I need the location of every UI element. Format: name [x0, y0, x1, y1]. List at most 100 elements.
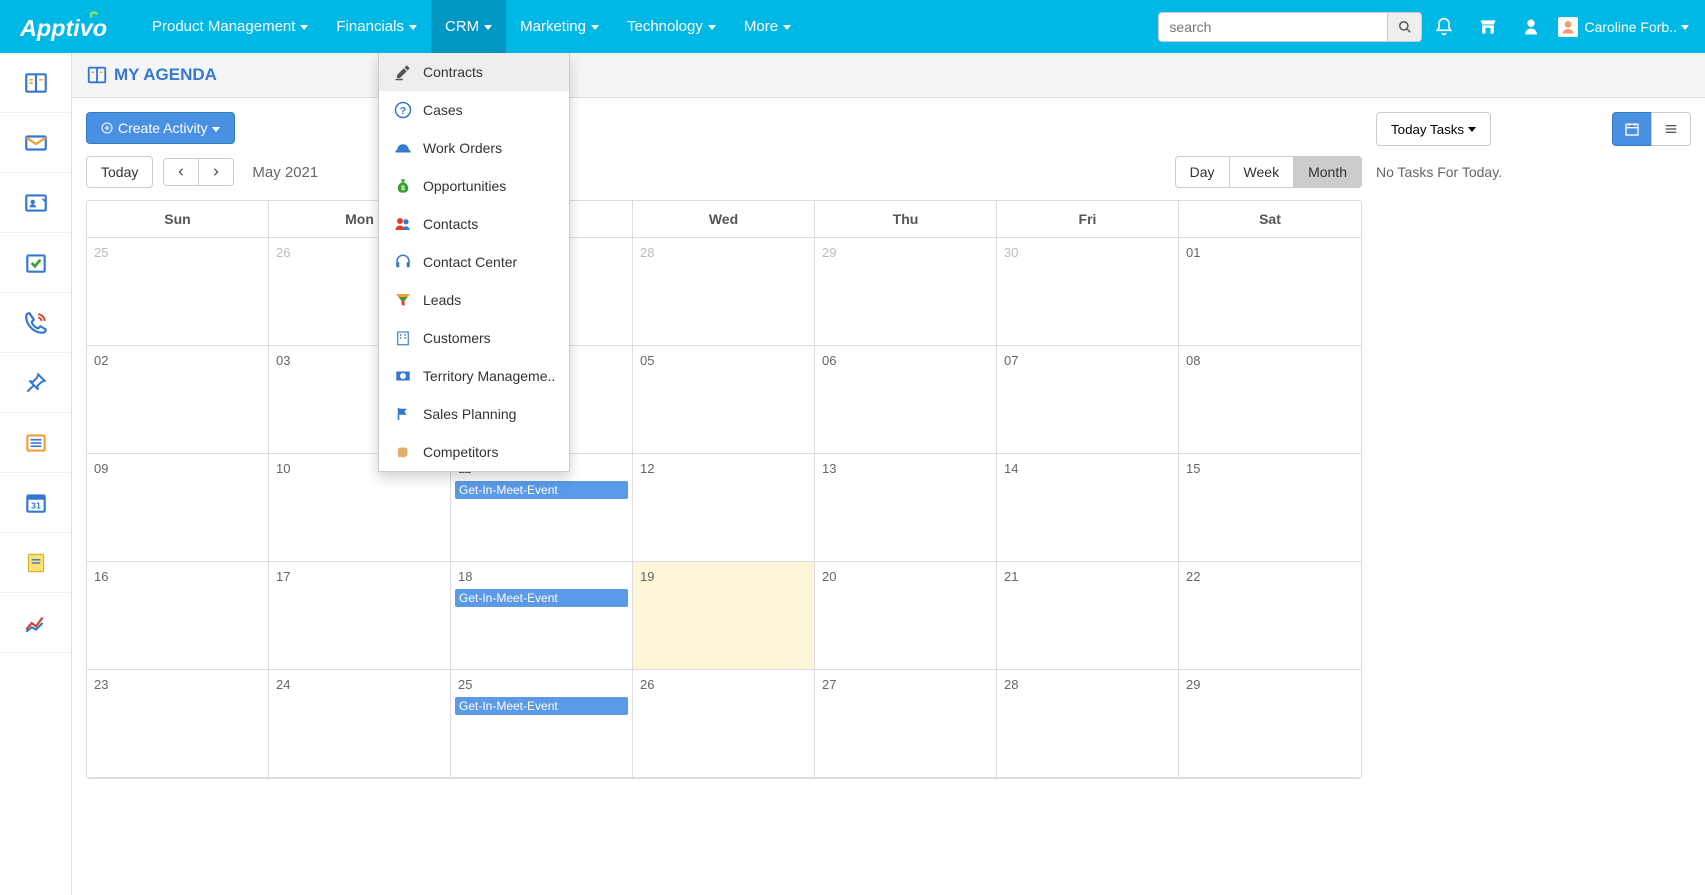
sidebar-notes[interactable] — [0, 533, 71, 593]
calendar-cell[interactable]: 25 — [87, 238, 269, 346]
calendar-cell[interactable]: 08 — [1179, 346, 1361, 454]
moneybag-icon: $ — [393, 176, 413, 196]
nav-item-marketing[interactable]: Marketing — [506, 0, 613, 53]
sidebar-pinned[interactable] — [0, 353, 71, 413]
sidebar-lists[interactable] — [0, 413, 71, 473]
view-day-button[interactable]: Day — [1175, 156, 1230, 188]
prev-button[interactable] — [163, 158, 199, 186]
calendar-cell[interactable]: 20 — [815, 562, 997, 670]
sidebar-tasks[interactable] — [0, 233, 71, 293]
calendar-cell[interactable]: 21 — [997, 562, 1179, 670]
cell-date: 25 — [91, 242, 264, 263]
calendar-cell[interactable]: 14 — [997, 454, 1179, 562]
building-icon — [393, 328, 413, 348]
phone-icon — [23, 310, 49, 336]
caret-down-icon — [708, 18, 716, 35]
calendar-icon — [1624, 121, 1640, 137]
calendar-cell[interactable]: 16 — [87, 562, 269, 670]
svg-text:?: ? — [400, 105, 406, 117]
search-input[interactable] — [1158, 12, 1388, 42]
crm-menu-work-orders[interactable]: Work Orders — [379, 129, 569, 167]
calendar-cell[interactable]: 29 — [815, 238, 997, 346]
agenda-icon — [23, 70, 49, 96]
calendar-cell[interactable]: 06 — [815, 346, 997, 454]
cell-date: 30 — [1001, 242, 1174, 263]
next-button[interactable] — [198, 158, 234, 186]
calendar-cell[interactable]: 15 — [1179, 454, 1361, 562]
calendar-cell[interactable]: 28 — [997, 670, 1179, 778]
calendar-cell[interactable]: 24 — [269, 670, 451, 778]
user-menu[interactable]: Caroline Forb.. — [1552, 17, 1695, 37]
sidebar-calls[interactable] — [0, 293, 71, 353]
crm-menu-opportunities[interactable]: $Opportunities — [379, 167, 569, 205]
calendar-cell[interactable]: 01 — [1179, 238, 1361, 346]
calendar-cell[interactable]: 23 — [87, 670, 269, 778]
mail-icon — [23, 130, 49, 156]
list-icon — [23, 430, 49, 456]
crm-menu-leads[interactable]: Leads — [379, 281, 569, 319]
calendar-cell[interactable]: 27 — [815, 670, 997, 778]
cell-date: 09 — [91, 458, 264, 479]
chevron-right-icon — [211, 166, 221, 178]
question-icon: ? — [393, 100, 413, 120]
cell-date: 05 — [637, 350, 810, 371]
calendar-cell[interactable]: 18Get-In-Meet-Event — [451, 562, 633, 670]
sidebar-mail[interactable] — [0, 113, 71, 173]
nav-item-more[interactable]: More — [730, 0, 805, 53]
crm-menu-contact-center[interactable]: Contact Center — [379, 243, 569, 281]
list-view-button[interactable] — [1651, 112, 1691, 146]
calendar-grid: SunMonTueWedThuFriSat 252627282930010203… — [86, 200, 1362, 779]
search-box — [1158, 12, 1422, 42]
calendar-event[interactable]: Get-In-Meet-Event — [455, 481, 628, 499]
calendar-cell[interactable]: 13 — [815, 454, 997, 562]
nav-item-crm[interactable]: CRM — [431, 0, 506, 53]
globe-icon — [393, 366, 413, 386]
crm-menu-contracts[interactable]: Contracts — [379, 53, 569, 91]
calendar-cell[interactable]: 02 — [87, 346, 269, 454]
cell-date: 26 — [637, 674, 810, 695]
sidebar-reports[interactable] — [0, 593, 71, 653]
calendar-cell[interactable]: 22 — [1179, 562, 1361, 670]
calendar-cell[interactable]: 12 — [633, 454, 815, 562]
caret-down-icon — [591, 18, 599, 35]
crm-menu-sales-planning[interactable]: Sales Planning — [379, 395, 569, 433]
calendar-cell[interactable]: 07 — [997, 346, 1179, 454]
help-button[interactable] — [1522, 18, 1540, 36]
sidebar-calendar[interactable]: 31 — [0, 473, 71, 533]
calendar-cell[interactable]: 28 — [633, 238, 815, 346]
crm-menu-territory-manageme-[interactable]: Territory Manageme.. — [379, 357, 569, 395]
store-button[interactable] — [1478, 17, 1498, 37]
today-tasks-button[interactable]: Today Tasks — [1376, 112, 1491, 146]
today-button[interactable]: Today — [86, 156, 153, 188]
calendar-cell[interactable]: 26 — [633, 670, 815, 778]
person-icon — [1522, 18, 1540, 36]
sidebar-contacts[interactable] — [0, 173, 71, 233]
crm-menu-competitors[interactable]: Competitors — [379, 433, 569, 471]
brand-logo[interactable]: Apptivo — [20, 9, 128, 45]
sidebar-agenda[interactable] — [0, 53, 71, 113]
crm-menu-customers[interactable]: Customers — [379, 319, 569, 357]
calendar-cell[interactable]: 05 — [633, 346, 815, 454]
calendar-cell[interactable]: 17 — [269, 562, 451, 670]
crm-menu-cases[interactable]: ?Cases — [379, 91, 569, 129]
nav-item-technology[interactable]: Technology — [613, 0, 730, 53]
calendar-cell[interactable]: 09 — [87, 454, 269, 562]
calendar-event[interactable]: Get-In-Meet-Event — [455, 697, 628, 715]
caret-down-icon — [1681, 19, 1689, 35]
nav-item-product-management[interactable]: Product Management — [138, 0, 322, 53]
crm-menu-contacts[interactable]: Contacts — [379, 205, 569, 243]
calendar-view-button[interactable] — [1612, 112, 1652, 146]
create-activity-button[interactable]: Create Activity — [86, 112, 235, 144]
nav-item-financials[interactable]: Financials — [322, 0, 431, 53]
view-month-button[interactable]: Month — [1293, 156, 1362, 188]
calendar-cell[interactable]: 29 — [1179, 670, 1361, 778]
left-sidebar: 31 — [0, 53, 72, 895]
calendar-cell[interactable]: 30 — [997, 238, 1179, 346]
calendar-cell[interactable]: 25Get-In-Meet-Event — [451, 670, 633, 778]
calendar-cell[interactable]: 19 — [633, 562, 815, 670]
notifications-button[interactable] — [1434, 17, 1454, 37]
calendar-event[interactable]: Get-In-Meet-Event — [455, 589, 628, 607]
search-button[interactable] — [1388, 12, 1422, 42]
svg-text:Apptivo: Apptivo — [20, 15, 107, 41]
view-week-button[interactable]: Week — [1229, 156, 1295, 188]
